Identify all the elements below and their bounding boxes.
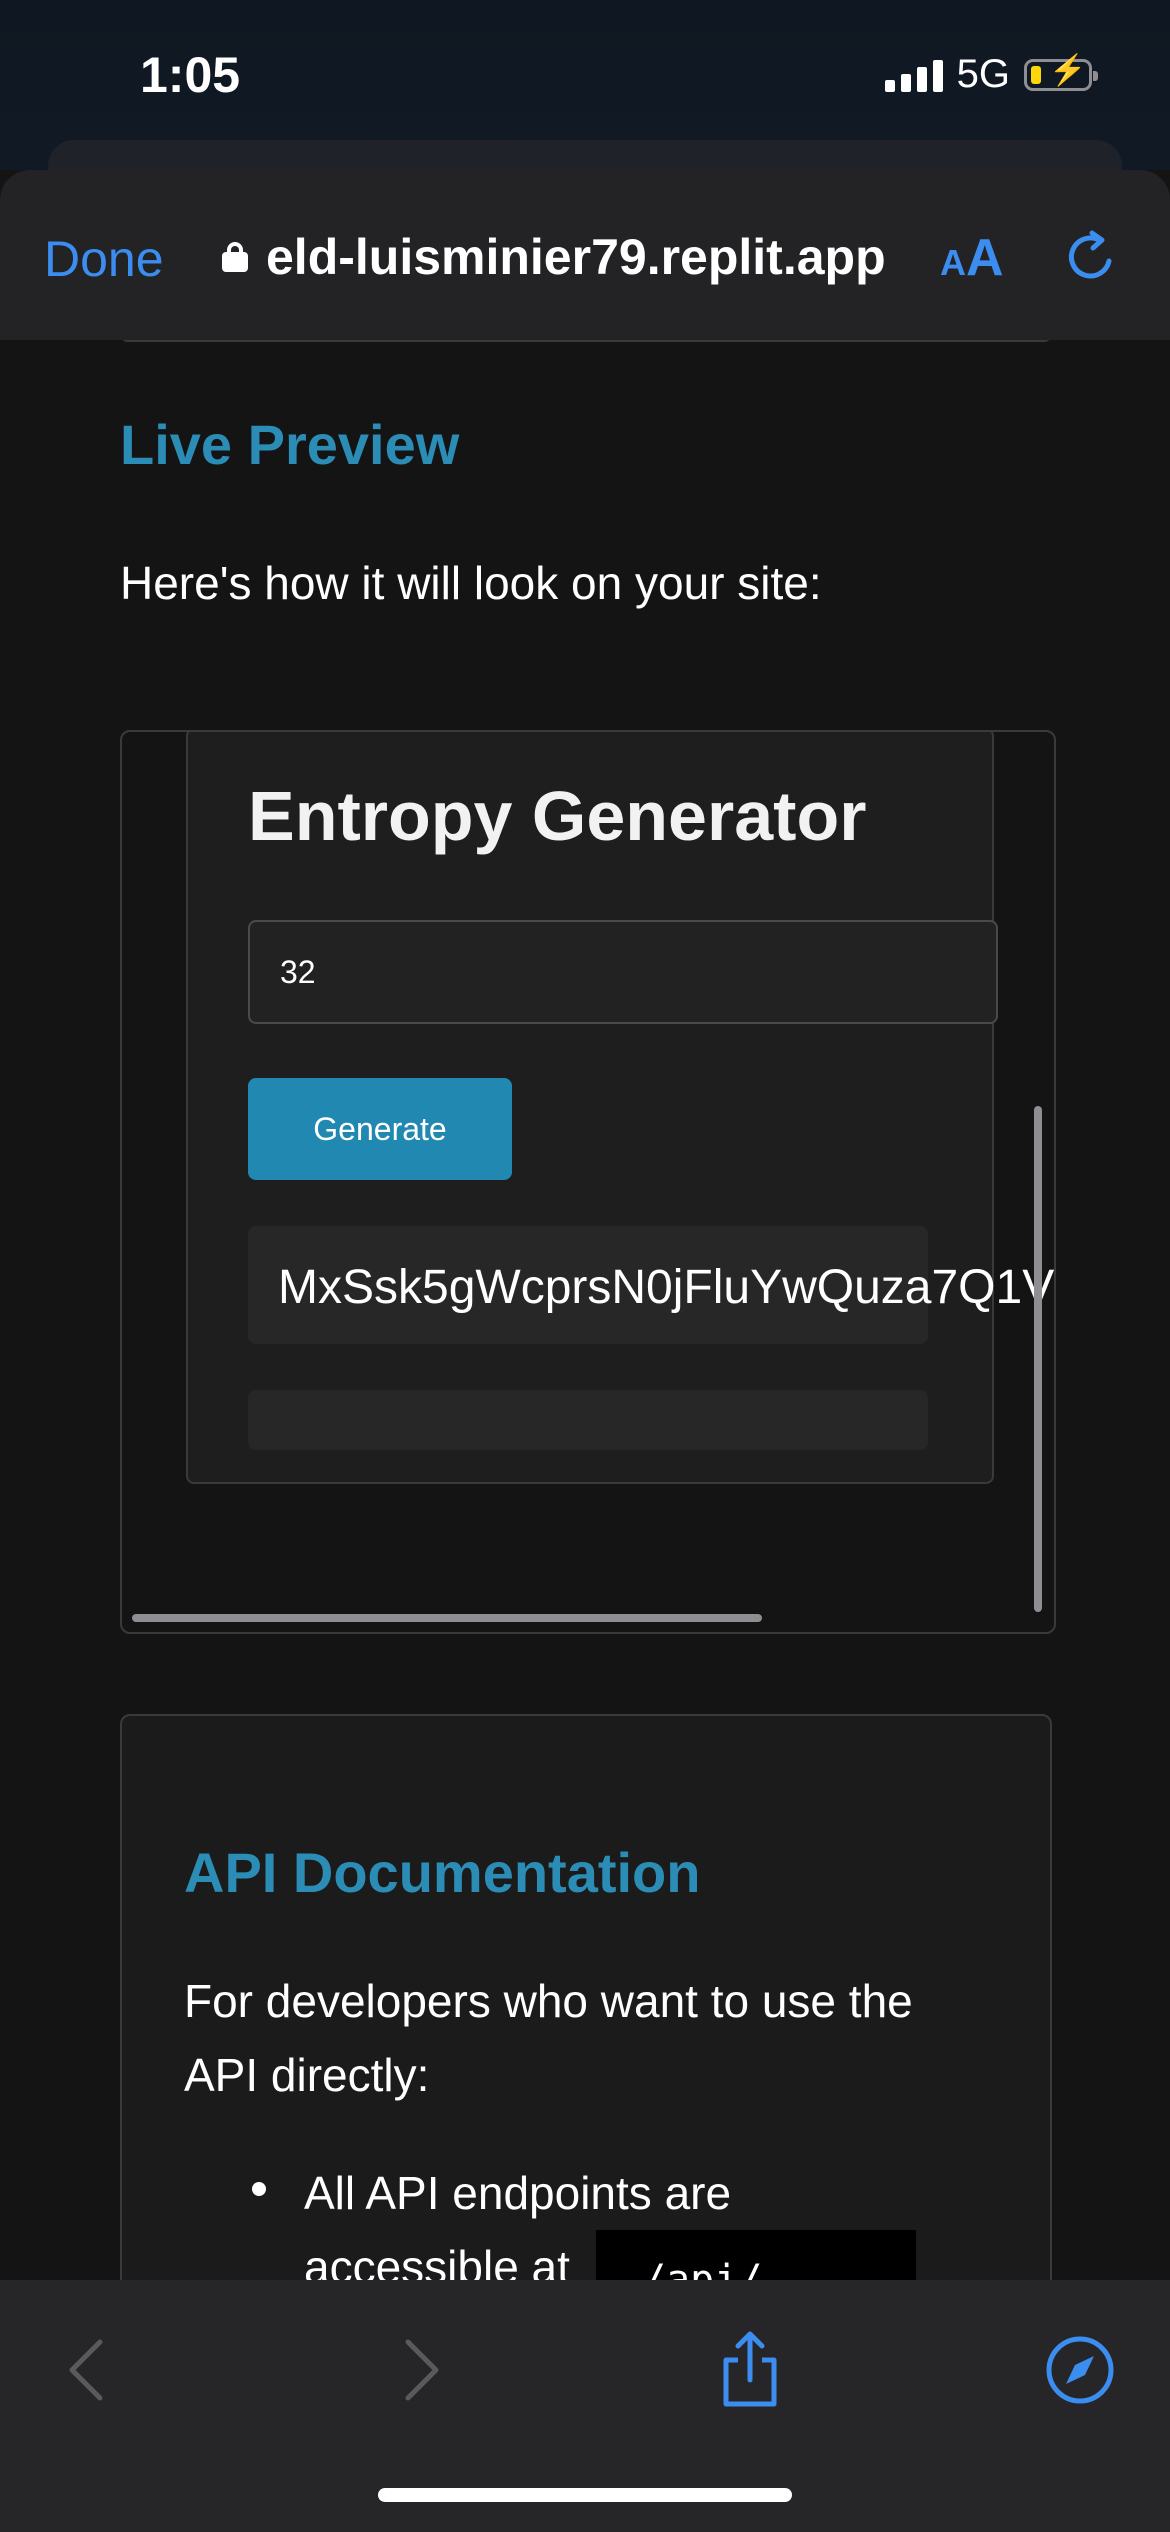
output-box: MxSsk5gWcprsN0jFluYwQuza7Q1V: [248, 1226, 1054, 1344]
web-content[interactable]: Live Preview Here's how it will look on …: [0, 340, 1170, 2280]
secondary-output-box: [248, 1390, 928, 1450]
text-size-button[interactable]: AA: [940, 228, 1004, 288]
cellular-signal-icon: [884, 58, 943, 92]
compass-icon[interactable]: [1040, 2330, 1120, 2410]
preview-frame[interactable]: Entropy Generator 32 Generate MxSsk5gWcp…: [120, 730, 1056, 1634]
done-button[interactable]: Done: [44, 230, 164, 288]
share-icon[interactable]: [710, 2330, 790, 2410]
url-text: eld-luisminier79.replit.app: [266, 229, 886, 285]
horizontal-scrollbar[interactable]: [132, 1614, 762, 1622]
live-preview-title: Live Preview: [120, 413, 460, 476]
api-title: API Documentation: [184, 1841, 701, 1904]
widget-title: Entropy Generator: [248, 777, 867, 855]
api-documentation-card: API Documentation For developers who wan…: [120, 1714, 1052, 2280]
live-preview-description: Here's how it will look on your site:: [120, 557, 822, 609]
network-type: 5G: [956, 52, 1010, 96]
address-bar[interactable]: eld-luisminier79.replit.app: [222, 228, 886, 286]
reload-icon[interactable]: [1062, 228, 1120, 286]
forward-icon[interactable]: [380, 2330, 460, 2410]
vertical-scrollbar[interactable]: [1034, 1106, 1042, 1612]
api-desc-line2: API directly:: [184, 2049, 430, 2101]
lock-icon: [222, 242, 248, 272]
battery-icon: ⚡: [1024, 55, 1098, 91]
home-indicator[interactable]: [378, 2488, 792, 2502]
status-time: 1:05: [140, 47, 241, 103]
code-snippet: /api/: [596, 2230, 916, 2280]
back-icon[interactable]: [48, 2330, 128, 2410]
output-text: MxSsk5gWcprsN0jFluYwQuza7Q1V: [278, 1261, 1055, 1314]
entropy-widget: Entropy Generator 32 Generate MxSsk5gWcp…: [186, 732, 1054, 1484]
list-bullet: [252, 2182, 266, 2196]
api-desc-line1: For developers who want to use the: [184, 1975, 913, 2027]
generate-button[interactable]: Generate: [248, 1078, 512, 1180]
length-input[interactable]: 32: [248, 920, 998, 1024]
browser-header: Done eld-luisminier79.replit.app AA: [0, 170, 1170, 340]
status-indicators: 5G ⚡: [884, 52, 1098, 97]
previous-card: [120, 340, 1052, 342]
